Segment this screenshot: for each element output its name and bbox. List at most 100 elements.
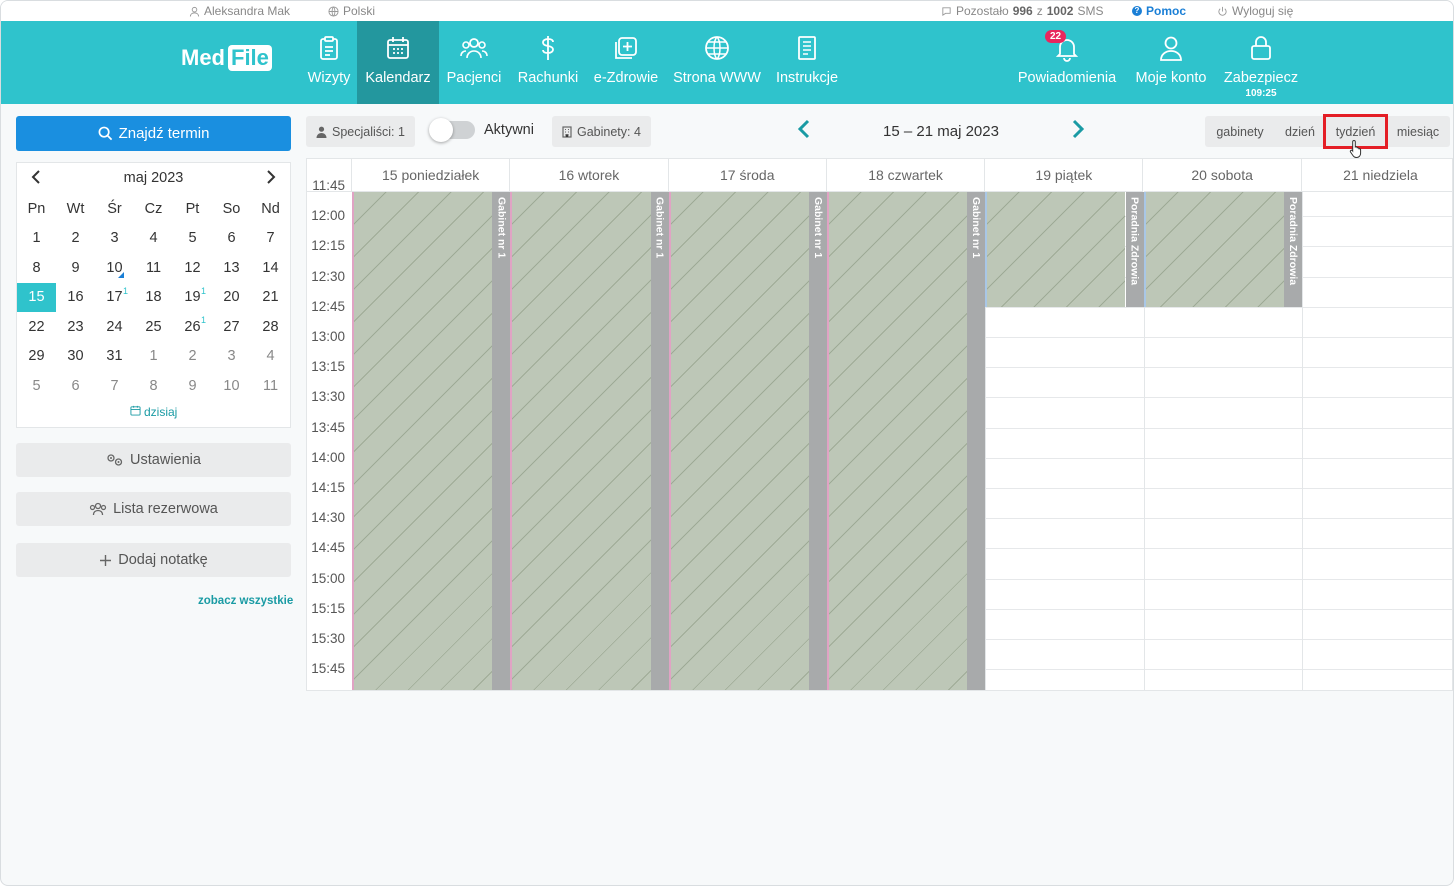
mini-calendar-day[interactable]: 2 xyxy=(173,342,212,372)
see-all-link[interactable]: zobacz wszystkie xyxy=(198,595,293,607)
mini-calendar-day[interactable]: 21 xyxy=(251,283,290,313)
unavailable-block[interactable] xyxy=(1143,192,1284,307)
mini-calendar-day[interactable]: 30 xyxy=(56,342,95,372)
nav-item-moje-konto[interactable]: Moje konto xyxy=(1131,21,1211,104)
day-number: 2 xyxy=(71,230,80,247)
session-timer: 109:25 xyxy=(1245,88,1277,99)
mini-calendar-day[interactable]: 9 xyxy=(56,253,95,283)
next-month-button[interactable] xyxy=(266,170,276,189)
nav-item-zabezpiecz[interactable]: Zabezpiecz 109:25 xyxy=(1219,21,1303,104)
unavailable-block[interactable] xyxy=(352,192,493,690)
mini-calendar-grid: Pn Wt Śr Cz Pt So Nd 1 2 3 4 5 6 7 8 9 10 11 12 13 14 15 16 17 1… xyxy=(17,194,290,401)
mini-calendar-day[interactable]: 11 xyxy=(134,253,173,283)
mini-calendar-day[interactable]: 4 xyxy=(251,342,290,372)
settings-button[interactable]: Ustawienia xyxy=(16,443,291,477)
mini-calendar-day[interactable]: 1 xyxy=(134,342,173,372)
nav-item-rachunki[interactable]: Rachunki xyxy=(515,21,581,104)
sms-counter[interactable]: Pozostało 996 z 1002 SMS xyxy=(941,4,1103,18)
mini-calendar-day[interactable]: 20 xyxy=(212,283,251,313)
unavailable-block[interactable] xyxy=(668,192,809,690)
language-switch[interactable]: Polski xyxy=(328,4,375,18)
nav-item-instrukcje[interactable]: Instrukcje xyxy=(773,21,841,104)
mini-calendar-day[interactable]: 12 xyxy=(173,253,212,283)
view-rooms-button[interactable]: gabinety xyxy=(1205,116,1275,147)
mini-calendar-day[interactable]: 13 xyxy=(212,253,251,283)
waitlist-button[interactable]: Lista rezerwowa xyxy=(16,492,291,526)
today-link[interactable]: dzisiaj xyxy=(17,405,290,419)
mini-calendar-day[interactable]: 27 xyxy=(212,312,251,342)
mini-calendar-day[interactable]: 29 xyxy=(17,342,56,372)
mini-calendar-day[interactable]: 4 xyxy=(134,224,173,254)
mini-calendar-day[interactable]: 16 xyxy=(56,283,95,313)
day-number: 1 xyxy=(32,230,41,247)
mini-calendar-day[interactable]: 18 xyxy=(134,283,173,313)
add-note-button[interactable]: Dodaj notatkę xyxy=(16,543,291,577)
mini-calendar-day[interactable]: 10 xyxy=(212,371,251,401)
view-day-button[interactable]: dzień xyxy=(1275,116,1325,147)
day-number: 29 xyxy=(28,348,45,365)
day-column-header[interactable]: 15 poniedziałek xyxy=(352,159,511,192)
mini-calendar-day[interactable]: 6 xyxy=(56,371,95,401)
room-strip[interactable]: Poradnia Zdrowia xyxy=(1283,192,1302,307)
nav-item-wizyty[interactable]: Wizyty xyxy=(301,21,357,104)
nav-item-strona-www[interactable]: Strona WWW xyxy=(671,21,763,104)
mini-calendar-day[interactable]: 9 xyxy=(173,371,212,401)
next-week-button[interactable] xyxy=(1071,118,1085,146)
mini-calendar-day[interactable]: 24 xyxy=(95,312,134,342)
day-column-header[interactable]: 16 wtorek xyxy=(510,159,669,192)
mini-calendar-day[interactable]: 8 xyxy=(17,253,56,283)
mini-calendar-day[interactable]: 1 xyxy=(17,224,56,254)
prev-week-button[interactable] xyxy=(797,118,811,146)
mini-calendar-day[interactable]: 5 xyxy=(173,224,212,254)
nav-item-powiadomienia[interactable]: 22 Powiadomienia xyxy=(1013,21,1121,104)
mini-calendar-day[interactable]: 6 xyxy=(212,224,251,254)
mini-calendar-day-today[interactable]: 15 xyxy=(17,282,56,312)
nav-label: e-Zdrowie xyxy=(593,70,659,86)
day-column-header[interactable]: 21 niedziela xyxy=(1301,159,1452,192)
unavailable-block[interactable] xyxy=(826,192,968,690)
mini-calendar-day[interactable]: 3 xyxy=(95,224,134,254)
unavailable-block[interactable] xyxy=(510,192,651,690)
nav-item-pacjenci[interactable]: Pacjenci xyxy=(444,21,504,104)
current-user[interactable]: Aleksandra Mak xyxy=(189,4,290,18)
mini-calendar-day[interactable]: 22 xyxy=(17,312,56,342)
mini-calendar-day[interactable]: 23 xyxy=(56,312,95,342)
day-column-header[interactable]: 17 środa xyxy=(668,159,827,192)
room-strip[interactable]: Gabinet nr 1 xyxy=(808,192,827,690)
mini-calendar-day[interactable]: 17 1 xyxy=(95,283,134,313)
view-month-button[interactable]: miesiąc xyxy=(1386,116,1450,147)
help-link[interactable]: ? Pomoc xyxy=(1132,4,1186,18)
mini-calendar-day[interactable]: 31 xyxy=(95,342,134,372)
medfile-logo[interactable]: Med File xyxy=(181,45,272,71)
day-column-header[interactable]: 18 czwartek xyxy=(826,159,986,192)
mini-calendar-day[interactable]: 7 xyxy=(251,224,290,254)
mini-calendar-day[interactable]: 5 xyxy=(17,371,56,401)
room-strip[interactable]: Gabinet nr 1 xyxy=(650,192,669,690)
mini-calendar-day[interactable]: 19 1 xyxy=(173,283,212,313)
nav-item-kalendarz[interactable]: Kalendarz xyxy=(357,21,439,104)
day-column-header[interactable]: 20 sobota xyxy=(1143,159,1302,192)
mini-calendar-day[interactable]: 11 xyxy=(251,371,290,401)
unavailable-block[interactable] xyxy=(985,192,1126,307)
mini-calendar-day[interactable]: 2 xyxy=(56,224,95,254)
active-toggle[interactable] xyxy=(429,118,475,142)
room-strip[interactable]: Poradnia Zdrowia xyxy=(1125,192,1144,307)
mini-calendar-day[interactable]: 28 xyxy=(251,312,290,342)
mini-calendar-day[interactable]: 7 xyxy=(95,371,134,401)
room-strip[interactable]: Gabinet nr 1 xyxy=(967,192,986,690)
mini-calendar-day[interactable]: 10 xyxy=(95,253,134,283)
mini-calendar-day[interactable]: 26 1 xyxy=(173,312,212,342)
nav-item-e-zdrowie[interactable]: e-Zdrowie xyxy=(591,21,661,104)
day-number: 15 xyxy=(28,289,45,306)
specialists-filter[interactable]: Specjaliści: 1 xyxy=(306,116,415,147)
rooms-filter[interactable]: Gabinety: 4 xyxy=(552,116,651,147)
day-column-header[interactable]: 19 piątek xyxy=(985,159,1144,192)
mini-calendar-day[interactable]: 25 xyxy=(134,312,173,342)
day-number: 25 xyxy=(145,318,162,335)
mini-calendar-day[interactable]: 14 xyxy=(251,253,290,283)
logout-link[interactable]: Wyloguj się xyxy=(1217,4,1293,18)
room-strip[interactable]: Gabinet nr 1 xyxy=(492,192,511,690)
mini-calendar-day[interactable]: 8 xyxy=(134,371,173,401)
mini-calendar-day[interactable]: 3 xyxy=(212,342,251,372)
find-slot-button[interactable]: Znajdź termin xyxy=(16,116,291,151)
